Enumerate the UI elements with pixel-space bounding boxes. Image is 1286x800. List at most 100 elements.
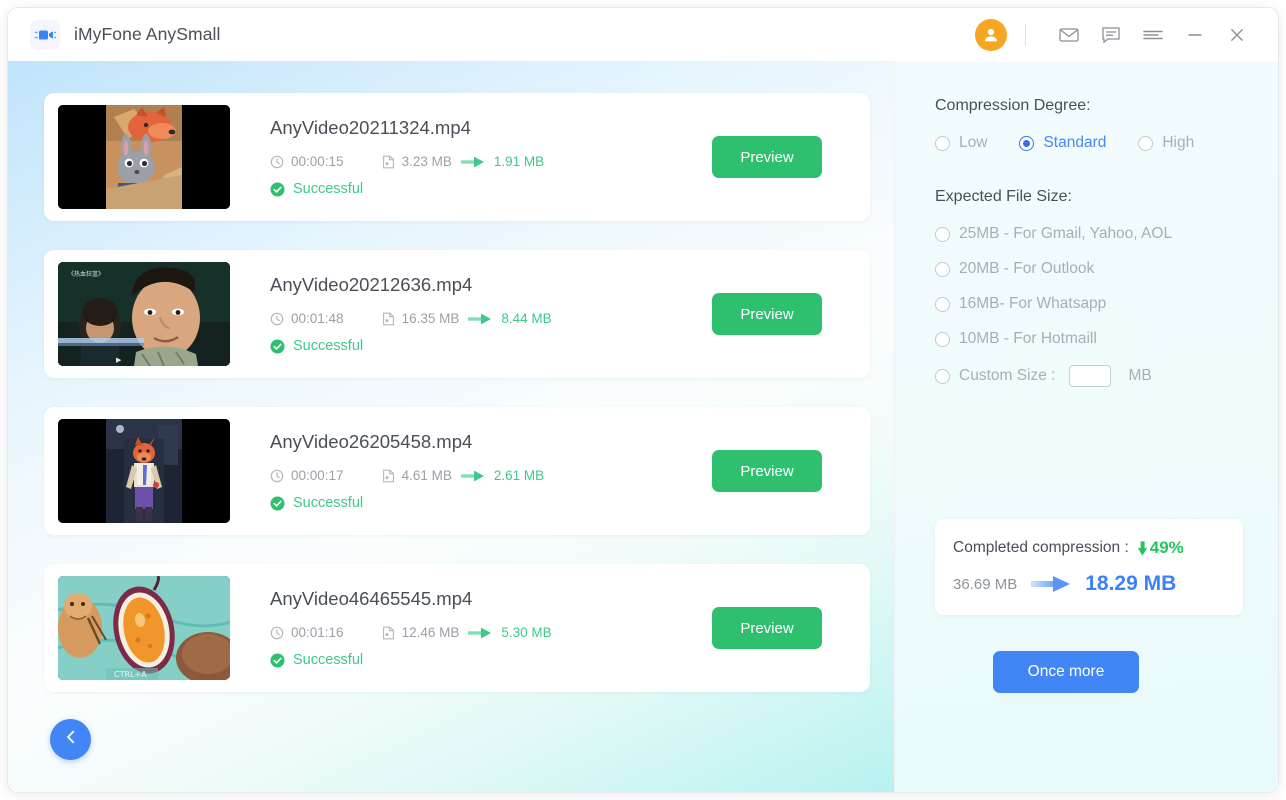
size-option-label: Custom Size : bbox=[959, 367, 1056, 384]
degree-option-high[interactable]: High bbox=[1138, 134, 1194, 152]
radio-icon bbox=[935, 331, 950, 347]
svg-text:《热血狂篮》: 《热血狂篮》 bbox=[68, 270, 104, 278]
video-thumbnail[interactable]: CTRL+A bbox=[58, 576, 230, 680]
size-option-label: 20MB - For Outlook bbox=[959, 260, 1095, 277]
right-arrow-icon bbox=[1031, 575, 1071, 593]
original-size-value: 12.46 MB bbox=[401, 625, 460, 640]
radio-icon bbox=[935, 261, 950, 277]
status-label: Successful bbox=[293, 495, 364, 511]
preview-button[interactable]: Preview bbox=[712, 136, 822, 178]
file-meta: 00:00:17 4.61 MB 2.61 MB bbox=[270, 468, 712, 483]
content-area: AnyVideo20211324.mp4 00:00:15 3.23 MB 1.… bbox=[8, 61, 1278, 792]
new-size-value: 2.61 MB bbox=[493, 468, 545, 483]
compression-degree-label: Compression Degree: bbox=[935, 97, 1091, 114]
status-label: Successful bbox=[293, 338, 364, 354]
titlebar: iMyFone AnySmall bbox=[8, 8, 1278, 61]
size-option-20mb[interactable]: 20MB - For Outlook bbox=[935, 260, 1244, 278]
original-size-value: 4.61 MB bbox=[401, 468, 452, 483]
video-thumbnail[interactable] bbox=[58, 419, 230, 523]
user-avatar-icon[interactable] bbox=[975, 18, 1007, 51]
status-label: Successful bbox=[293, 652, 364, 668]
size-option-10mb[interactable]: 10MB - For Hotmaill bbox=[935, 330, 1244, 348]
size-option-16mb[interactable]: 16MB- For Whatsapp bbox=[935, 295, 1244, 313]
chat-bubble-icon[interactable] bbox=[1090, 16, 1132, 54]
mail-icon[interactable] bbox=[1048, 16, 1090, 54]
down-arrow-icon bbox=[1137, 540, 1148, 556]
degree-option-low[interactable]: Low bbox=[935, 134, 987, 152]
once-more-button[interactable]: Once more bbox=[993, 651, 1139, 693]
duration-value: 00:01:48 bbox=[291, 311, 344, 326]
size-option-25mb[interactable]: 25MB - For Gmail, Yahoo, AOL bbox=[935, 225, 1244, 243]
hamburger-menu-icon[interactable] bbox=[1132, 16, 1174, 54]
file-name: AnyVideo20211324.mp4 bbox=[270, 117, 471, 138]
duration-item: 00:00:17 bbox=[270, 468, 344, 483]
size-option-label: 16MB- For Whatsapp bbox=[959, 295, 1107, 312]
compression-degree-group: Low Standard High bbox=[935, 134, 1244, 152]
result-size-before: 36.69 MB bbox=[953, 575, 1018, 593]
degree-option-label: High bbox=[1162, 134, 1195, 151]
close-icon[interactable] bbox=[1216, 16, 1258, 54]
file-status: Successful bbox=[270, 652, 712, 668]
video-camera-icon bbox=[30, 19, 60, 50]
file-card[interactable]: AnyVideo26205458.mp4 00:00:17 4.61 MB 2.… bbox=[44, 407, 870, 535]
check-circle-icon bbox=[270, 496, 285, 510]
duration-value: 00:01:16 bbox=[291, 625, 344, 640]
file-icon bbox=[382, 469, 394, 482]
clock-icon bbox=[270, 469, 284, 482]
chevron-left-icon bbox=[63, 729, 79, 750]
result-size-row: 36.69 MB 18.29 MB bbox=[953, 572, 1243, 596]
right-arrow-icon bbox=[468, 627, 492, 639]
radio-icon bbox=[1019, 135, 1035, 151]
size-option-label: 10MB - For Hotmaill bbox=[959, 330, 1097, 347]
file-list-panel: AnyVideo20211324.mp4 00:00:15 3.23 MB 1.… bbox=[8, 61, 894, 792]
svg-text:CTRL+A: CTRL+A bbox=[114, 670, 147, 679]
clock-icon bbox=[270, 626, 284, 639]
new-size-value: 8.44 MB bbox=[501, 311, 552, 326]
preview-button[interactable]: Preview bbox=[712, 450, 822, 492]
file-status: Successful bbox=[270, 181, 712, 197]
radio-icon bbox=[935, 226, 950, 242]
svg-text:▶: ▶ bbox=[116, 356, 122, 364]
file-card[interactable]: AnyVideo20211324.mp4 00:00:15 3.23 MB 1.… bbox=[44, 93, 870, 221]
size-item: 12.46 MB bbox=[382, 625, 460, 640]
radio-icon bbox=[935, 296, 950, 312]
file-name: AnyVideo46465545.mp4 bbox=[270, 588, 473, 609]
file-card[interactable]: 《热血狂篮》 ▶ AnyVideo20212636.mp4 00:01:48 1… bbox=[44, 250, 870, 378]
file-meta: 00:00:15 3.23 MB 1.91 MB bbox=[270, 154, 712, 169]
result-summary-row: Completed compression : 49% bbox=[953, 538, 1243, 558]
degree-option-label: Low bbox=[959, 134, 988, 151]
compression-result-card: Completed compression : 49% 36.69 MB 18.… bbox=[935, 519, 1243, 615]
status-label: Successful bbox=[293, 181, 364, 197]
check-circle-icon bbox=[270, 653, 285, 667]
duration-item: 00:00:15 bbox=[270, 154, 344, 169]
original-size-value: 16.35 MB bbox=[401, 311, 460, 326]
result-size-after: 18.29 MB bbox=[1085, 572, 1177, 595]
degree-option-standard[interactable]: Standard bbox=[1019, 134, 1106, 152]
size-option-custom[interactable]: Custom Size : MB bbox=[935, 365, 1244, 387]
right-arrow-icon bbox=[460, 470, 485, 482]
app-brand: iMyFone AnySmall bbox=[30, 19, 221, 50]
file-name: AnyVideo20212636.mp4 bbox=[270, 274, 473, 295]
duration-item: 00:01:48 bbox=[270, 311, 344, 326]
right-arrow-icon bbox=[460, 156, 485, 168]
result-label: Completed compression : bbox=[953, 539, 1129, 556]
custom-size-input[interactable] bbox=[1069, 365, 1112, 387]
radio-icon bbox=[935, 368, 950, 384]
back-button[interactable] bbox=[50, 719, 91, 760]
clock-icon bbox=[270, 155, 284, 168]
minimize-icon[interactable] bbox=[1174, 16, 1216, 54]
size-item: 4.61 MB bbox=[382, 468, 452, 483]
file-info: AnyVideo20212636.mp4 00:01:48 16.35 MB 8… bbox=[230, 274, 712, 354]
result-percent: 49% bbox=[1149, 538, 1184, 557]
right-arrow-icon bbox=[468, 313, 492, 325]
radio-icon bbox=[935, 135, 950, 151]
file-meta: 00:01:48 16.35 MB 8.44 MB bbox=[270, 311, 712, 326]
preview-button[interactable]: Preview bbox=[712, 293, 822, 335]
file-info: AnyVideo26205458.mp4 00:00:17 4.61 MB 2.… bbox=[230, 431, 712, 511]
video-thumbnail[interactable]: 《热血狂篮》 ▶ bbox=[58, 262, 230, 366]
video-thumbnail[interactable] bbox=[58, 105, 230, 209]
degree-option-label: Standard bbox=[1043, 134, 1107, 151]
file-card[interactable]: CTRL+A AnyVideo46465545.mp4 00:01:16 12.… bbox=[44, 564, 870, 692]
preview-button[interactable]: Preview bbox=[712, 607, 822, 649]
file-meta: 00:01:16 12.46 MB 5.30 MB bbox=[270, 625, 712, 640]
